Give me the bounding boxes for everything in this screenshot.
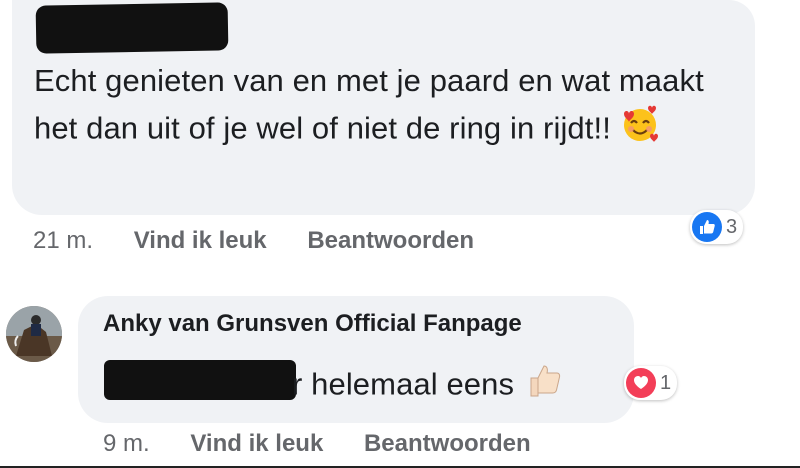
redacted-author-name — [35, 2, 229, 54]
avatar[interactable] — [6, 306, 62, 362]
smiling-face-with-hearts-icon — [620, 104, 660, 157]
comment-author[interactable]: Anky van Grunsven Official Fanpage — [103, 310, 522, 338]
reply-button[interactable]: Beantwoorden — [307, 227, 474, 254]
timestamp[interactable]: 9 m. — [103, 430, 150, 457]
timestamp[interactable]: 21 m. — [33, 227, 93, 254]
like-reaction-count[interactable]: 3 — [690, 210, 744, 244]
comment-actions: 9 m. Vind ik leuk Beantwoorden — [103, 430, 531, 458]
comment-body: Echt genieten van en met je paard en wat… — [34, 63, 704, 146]
reply-button[interactable]: Beantwoorden — [364, 430, 531, 457]
like-icon — [692, 212, 722, 242]
thumbs-up-icon — [523, 360, 563, 413]
love-reaction-count[interactable]: 1 — [624, 366, 678, 400]
comment-text: r helemaal eens — [292, 360, 563, 413]
comment-text: Echt genieten van en met je paard en wat… — [34, 58, 734, 157]
reaction-count: 3 — [726, 215, 738, 238]
redacted-text — [104, 360, 296, 400]
like-button[interactable]: Vind ik leuk — [134, 227, 267, 254]
comment-body: r helemaal eens — [292, 366, 515, 402]
like-button[interactable]: Vind ik leuk — [190, 430, 323, 457]
comment-actions: 21 m. Vind ik leuk Beantwoorden — [33, 227, 474, 255]
reaction-count: 1 — [660, 371, 672, 394]
heart-icon — [626, 368, 656, 398]
